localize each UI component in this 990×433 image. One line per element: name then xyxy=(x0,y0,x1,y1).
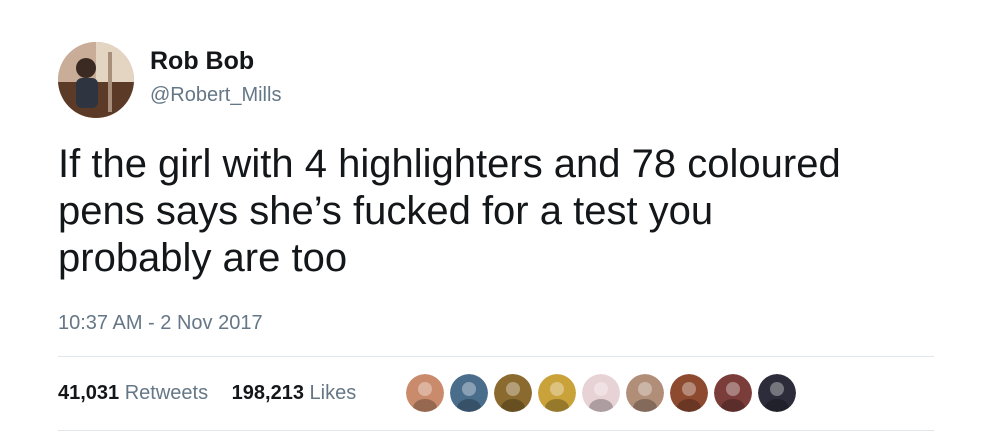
liker-avatar-icon xyxy=(714,374,752,412)
liker-avatar[interactable] xyxy=(714,374,752,412)
likers-avatar-list xyxy=(406,374,802,414)
author-avatar[interactable] xyxy=(58,42,134,118)
tweet-text-line: If the girl with 4 highlighters and 78 c… xyxy=(58,142,841,186)
retweets-count: 41,031 xyxy=(58,382,120,404)
tweet-text-line: probably are too xyxy=(58,236,348,280)
likes-stat[interactable]: 198,213 Likes xyxy=(232,380,357,406)
profile-photo-icon xyxy=(58,42,134,118)
liker-avatar-icon xyxy=(538,374,576,412)
liker-avatar-icon xyxy=(758,374,796,412)
liker-avatar-icon xyxy=(494,374,532,412)
tweet-timestamp[interactable]: 10:37 AM - 2 Nov 2017 xyxy=(58,310,263,336)
liker-avatar[interactable] xyxy=(406,374,444,412)
likes-label: Likes xyxy=(309,382,357,404)
liker-avatar-icon xyxy=(626,374,664,412)
liker-avatar[interactable] xyxy=(758,374,796,412)
tweet-stats: 41,031 Retweets 198,213 Likes xyxy=(58,380,374,406)
tweet-text-line: pens says she’s fucked for a test you xyxy=(58,189,714,233)
author-display-name[interactable]: Rob Bob xyxy=(150,46,254,76)
liker-avatar[interactable] xyxy=(450,374,488,412)
liker-avatar[interactable] xyxy=(494,374,532,412)
liker-avatar-icon xyxy=(582,374,620,412)
liker-avatar[interactable] xyxy=(626,374,664,412)
divider xyxy=(58,356,934,357)
divider xyxy=(58,430,934,431)
retweets-label: Retweets xyxy=(124,382,209,404)
liker-avatar-icon xyxy=(670,374,708,412)
liker-avatar[interactable] xyxy=(538,374,576,412)
liker-avatar[interactable] xyxy=(582,374,620,412)
retweets-stat[interactable]: 41,031 Retweets xyxy=(58,380,208,406)
tweet-text: If the girl with 4 highlighters and 78 c… xyxy=(58,141,958,282)
liker-avatar-icon xyxy=(406,374,444,412)
author-handle[interactable]: @Robert_Mills xyxy=(150,82,281,108)
liker-avatar[interactable] xyxy=(670,374,708,412)
tweet-card: Rob Bob @Robert_Mills If the girl with 4… xyxy=(0,0,990,433)
liker-avatar-icon xyxy=(450,374,488,412)
likes-count: 198,213 xyxy=(231,382,304,404)
